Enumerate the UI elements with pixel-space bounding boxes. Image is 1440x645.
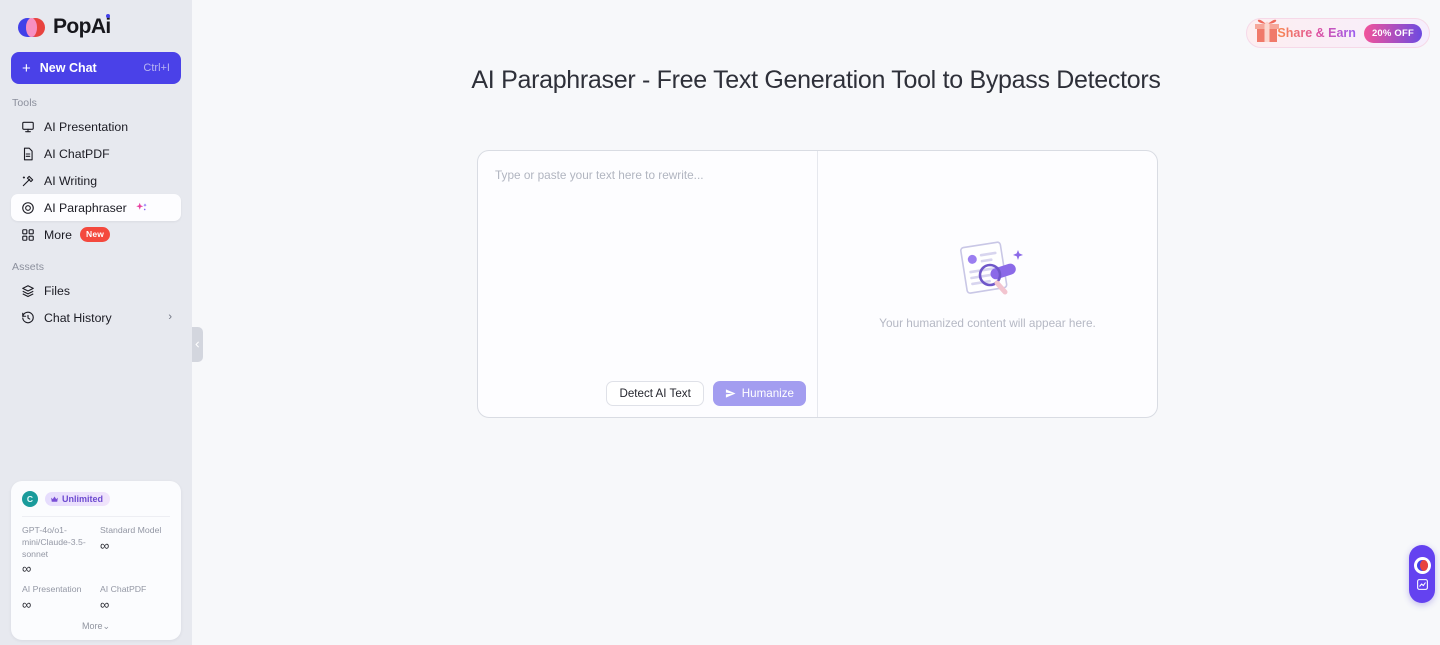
crown-icon <box>51 496 58 502</box>
detect-ai-text-button[interactable]: Detect AI Text <box>606 381 704 406</box>
sidebar-item-ai-paraphraser[interactable]: AI Paraphraser <box>11 194 181 221</box>
layers-icon <box>20 283 35 298</box>
page-title: AI Paraphraser - Free Text Generation To… <box>471 66 1161 94</box>
sparkle-icon <box>135 202 147 210</box>
quota-item: AI Presentation ∞ <box>22 584 92 611</box>
sidebar-item-ai-writing[interactable]: AI Writing <box>11 167 181 194</box>
quota-item-value: ∞ <box>100 537 110 553</box>
floating-assistant-widget[interactable] <box>1409 545 1435 603</box>
logo-text: PopAi <box>53 14 111 38</box>
plus-icon: + <box>22 59 31 77</box>
sidebar-item-more[interactable]: More New <box>11 221 181 248</box>
grid-icon <box>20 227 35 242</box>
quota-card: C Unlimited GPT-4o/o1-mini/Claude-3.5-so… <box>11 481 181 640</box>
app-root: PopAi + New Chat Ctrl+I Tools AI Present… <box>0 0 1440 645</box>
avatar[interactable]: C <box>22 491 38 508</box>
quota-header: C Unlimited <box>22 491 170 508</box>
popai-badge-icon <box>1413 557 1431 574</box>
quota-item-value: ∞ <box>22 561 32 577</box>
target-icon <box>20 200 35 215</box>
discount-badge: 20% OFF <box>1363 23 1422 43</box>
new-chat-button[interactable]: + New Chat Ctrl+I <box>11 52 181 84</box>
plan-badge[interactable]: Unlimited <box>45 492 111 507</box>
output-pane: Your humanized content will appear here. <box>818 151 1157 417</box>
quota-item-value: ∞ <box>22 597 32 612</box>
presentation-icon <box>20 119 35 134</box>
document-search-illustration-icon <box>959 241 1023 295</box>
sidebar-item-label: AI Paraphraser <box>44 200 127 215</box>
sidebar-item-ai-presentation[interactable]: AI Presentation <box>11 113 181 140</box>
quota-more-label: More <box>81 621 103 631</box>
app-logo[interactable]: PopAi <box>0 0 192 42</box>
clock-icon <box>20 310 35 325</box>
sidebar-item-files[interactable]: Files <box>11 277 181 304</box>
chevron-left-icon <box>195 341 199 348</box>
share-earn-label: Share & Earn <box>1277 26 1356 40</box>
chevron-right-icon: › <box>168 311 172 323</box>
popai-logo-icon <box>18 17 46 37</box>
document-icon <box>20 146 35 161</box>
plan-badge-label: Unlimited <box>62 494 104 505</box>
sidebar-item-label: AI Presentation <box>44 119 129 134</box>
sidebar-item-label: Chat History <box>44 310 112 325</box>
section-label-tools: Tools <box>12 97 38 109</box>
sidebar-item-label: AI ChatPDF <box>44 146 110 161</box>
input-placeholder: Type or paste your text here to rewrite.… <box>495 168 704 182</box>
quota-more-toggle[interactable]: More⌄ <box>22 621 170 632</box>
humanize-button[interactable]: Humanize <box>712 381 806 406</box>
share-and-earn-button[interactable]: Share & Earn 20% OFF <box>1246 18 1430 48</box>
sidebar-item-label: AI Writing <box>44 173 98 188</box>
sidebar-item-label: More <box>44 227 73 242</box>
main-content: Share & Earn 20% OFF AI Paraphraser - Fr… <box>192 0 1440 645</box>
quota-item-name: AI Presentation <box>22 584 82 595</box>
paraphraser-editor: Type or paste your text here to rewrite.… <box>477 150 1158 418</box>
sidebar-item-label: Files <box>44 283 70 298</box>
quota-item-name: Standard Model <box>100 525 162 536</box>
output-empty-text: Your humanized content will appear here. <box>879 316 1096 330</box>
magic-pen-icon <box>20 173 35 188</box>
quota-item: Standard Model ∞ <box>100 525 170 575</box>
image-chart-icon[interactable] <box>1416 578 1429 591</box>
humanize-label: Humanize <box>741 387 794 400</box>
sidebar-collapse-handle[interactable] <box>192 327 203 362</box>
new-chat-shortcut: Ctrl+I <box>143 62 170 74</box>
sidebar-item-chat-history[interactable]: Chat History › <box>11 304 181 331</box>
quota-item-name: AI ChatPDF <box>100 584 147 595</box>
new-chat-label: New Chat <box>39 61 97 75</box>
quota-item-value: ∞ <box>100 597 110 612</box>
send-icon <box>725 389 736 398</box>
section-label-assets: Assets <box>12 261 45 273</box>
new-badge: New <box>80 227 111 242</box>
quota-list: GPT-4o/o1-mini/Claude-3.5-sonnet ∞ Stand… <box>22 525 170 611</box>
sidebar-item-ai-chatpdf[interactable]: AI ChatPDF <box>11 140 181 167</box>
quota-item-name: GPT-4o/o1-mini/Claude-3.5-sonnet <box>22 525 86 559</box>
editor-actions: Detect AI Text Humanize <box>606 381 806 406</box>
gift-icon <box>1255 19 1280 42</box>
sidebar: PopAi + New Chat Ctrl+I Tools AI Present… <box>0 0 192 645</box>
quota-item: GPT-4o/o1-mini/Claude-3.5-sonnet ∞ <box>22 525 92 575</box>
input-pane[interactable]: Type or paste your text here to rewrite.… <box>478 151 818 417</box>
quota-item: AI ChatPDF ∞ <box>100 584 170 611</box>
divider <box>22 516 170 518</box>
